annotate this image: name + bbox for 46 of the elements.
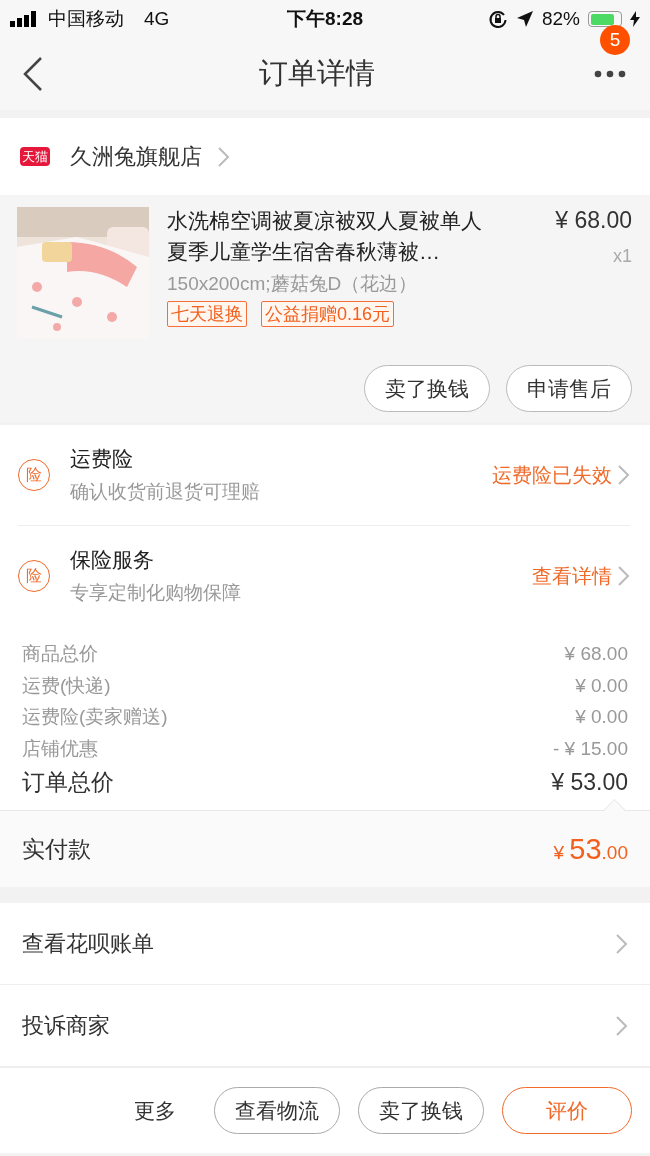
page-title: 订单详情 xyxy=(259,56,375,91)
paid-label: 实付款 xyxy=(22,834,91,864)
carrier-name: 中国移动 xyxy=(48,7,124,31)
chevron-right-icon xyxy=(216,144,230,169)
service-tag: 公益捐赠0.16元 xyxy=(261,301,395,327)
notification-badge: 5 xyxy=(600,25,630,55)
store-name[interactable]: 久洲兔旗舰店 xyxy=(70,141,202,172)
menu-item[interactable]: 投诉商家 xyxy=(0,985,650,1067)
insurance-title: 保险服务 xyxy=(70,547,155,573)
chevron-right-icon xyxy=(616,463,630,487)
menu-item[interactable]: 查看花呗账单 xyxy=(0,903,650,985)
insurance-description: 确认收货前退货可理赔 xyxy=(70,480,261,504)
product-quantity: x1 xyxy=(612,246,632,267)
price-label: 订单总价 xyxy=(22,768,114,797)
rotation-lock-icon xyxy=(487,9,508,29)
insurance-title: 运费险 xyxy=(70,446,134,472)
product-variant: 150x200cm;蘑菇兔D（花边） xyxy=(167,272,419,296)
price-label: 店铺优惠 xyxy=(22,736,98,761)
product-price: ¥ 68.00 xyxy=(554,206,632,235)
network-type: 4G xyxy=(144,8,170,30)
price-label: 商品总价 xyxy=(22,642,98,666)
action-button[interactable]: 申请售后 xyxy=(506,365,632,412)
action-button[interactable]: 查看物流 xyxy=(214,1087,340,1134)
price-label: 运费(快递) xyxy=(22,673,111,698)
battery-icon xyxy=(588,11,622,27)
price-label: 运费险(卖家赠送) xyxy=(22,705,168,729)
insurance-description: 专享定制化购物保障 xyxy=(70,581,242,605)
back-icon[interactable] xyxy=(22,56,44,92)
location-arrow-icon xyxy=(515,10,534,28)
battery-percent: 82% xyxy=(541,8,580,30)
store-logo: 天猫 xyxy=(20,147,50,166)
clock-time: 下午8:28 xyxy=(287,7,363,31)
price-value: - ¥ 15.00 xyxy=(553,736,628,761)
charging-bolt-icon xyxy=(630,11,640,27)
more-link[interactable]: 更多 xyxy=(134,1087,196,1134)
product-title[interactable]: 水洗棉空调被夏凉被双人夏被单人夏季儿童学生宿舍春秋薄被… xyxy=(167,205,484,267)
service-tag: 七天退换 xyxy=(167,301,247,327)
price-value: ¥ 0.00 xyxy=(575,705,628,729)
more-icon[interactable] xyxy=(594,70,626,78)
price-value: ¥ 68.00 xyxy=(564,642,628,666)
price-value: ¥ 53.00 xyxy=(551,768,628,797)
chevron-right-icon xyxy=(616,564,630,588)
action-button[interactable]: 卖了换钱 xyxy=(364,365,490,412)
price-value: ¥ 0.00 xyxy=(575,673,628,698)
paid-amount: ¥ 53.00 xyxy=(553,832,628,866)
action-button[interactable]: 卖了换钱 xyxy=(358,1087,484,1134)
